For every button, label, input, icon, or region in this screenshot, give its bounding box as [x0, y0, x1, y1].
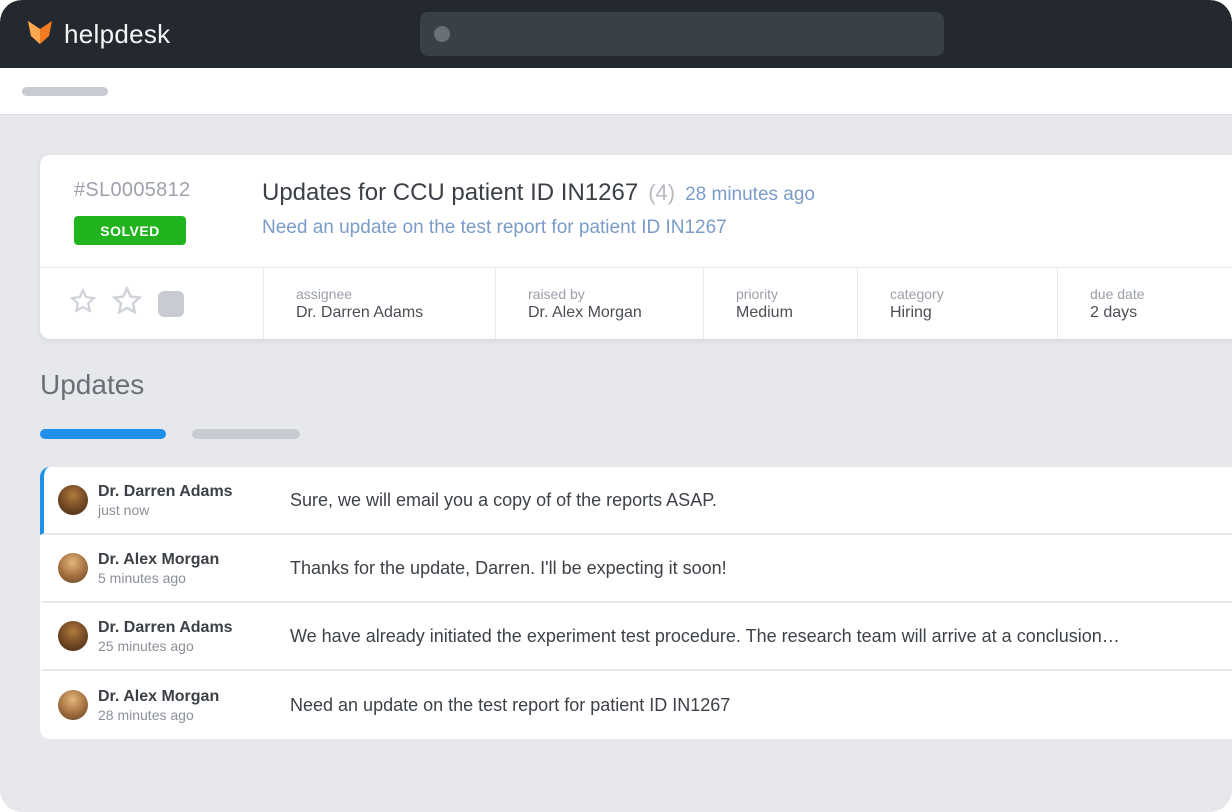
- ticket-actions: [40, 268, 264, 339]
- meta-value: Dr. Alex Morgan: [528, 304, 703, 322]
- avatar: [58, 621, 88, 651]
- breadcrumb-placeholder: [22, 87, 108, 96]
- meta-label: assignee: [296, 286, 495, 302]
- star-outline-icon[interactable]: [112, 286, 142, 321]
- update-message: Thanks for the update, Darren. I'll be e…: [290, 558, 1232, 579]
- search-placeholder-icon: [434, 26, 450, 42]
- update-message: We have already initiated the experiment…: [290, 626, 1232, 647]
- update-row[interactable]: Dr. Darren Adams 25 minutes ago We have …: [40, 603, 1232, 671]
- meta-label: due date: [1090, 286, 1232, 302]
- meta-label: category: [890, 286, 1057, 302]
- meta-label: priority: [736, 286, 857, 302]
- meta-due-date[interactable]: due date 2 days: [1058, 268, 1232, 339]
- brand-name: helpdesk: [64, 19, 170, 50]
- avatar: [58, 553, 88, 583]
- avatar: [58, 485, 88, 515]
- update-author: Dr. Darren Adams: [98, 619, 290, 637]
- ticket-reply-count: (4): [648, 180, 675, 206]
- ticket-title: Updates for CCU patient ID IN1267: [262, 179, 638, 207]
- update-row[interactable]: Dr. Alex Morgan 5 minutes ago Thanks for…: [40, 535, 1232, 603]
- tab-active-pill[interactable]: [40, 429, 166, 439]
- app-frame: helpdesk #SL0005812 SOLVED Updates for C…: [0, 0, 1232, 812]
- update-author: Dr. Alex Morgan: [98, 551, 290, 569]
- action-chip[interactable]: [158, 291, 184, 317]
- tab-inactive-pill[interactable]: [192, 429, 300, 439]
- update-author: Dr. Alex Morgan: [98, 688, 290, 706]
- update-row[interactable]: Dr. Alex Morgan 28 minutes ago Need an u…: [40, 671, 1232, 739]
- updates-heading: Updates: [40, 369, 1192, 401]
- ticket-time: 28 minutes ago: [685, 184, 815, 206]
- update-row[interactable]: Dr. Darren Adams just now Sure, we will …: [40, 467, 1232, 535]
- meta-value: Medium: [736, 304, 857, 322]
- avatar: [58, 690, 88, 720]
- update-message: Sure, we will email you a copy of of the…: [290, 490, 1232, 511]
- meta-raised-by[interactable]: raised by Dr. Alex Morgan: [496, 268, 704, 339]
- search-input[interactable]: [420, 12, 944, 56]
- ticket-description: Need an update on the test report for pa…: [262, 217, 1232, 239]
- update-author: Dr. Darren Adams: [98, 483, 290, 501]
- top-bar: helpdesk: [0, 0, 1232, 68]
- brand[interactable]: helpdesk: [26, 19, 170, 50]
- meta-value: Dr. Darren Adams: [296, 304, 495, 322]
- meta-label: raised by: [528, 286, 703, 302]
- updates-list: Dr. Darren Adams just now Sure, we will …: [40, 467, 1232, 739]
- star-outline-icon[interactable]: [70, 288, 96, 319]
- meta-assignee[interactable]: assignee Dr. Darren Adams: [264, 268, 496, 339]
- ticket-meta-row: assignee Dr. Darren Adams raised by Dr. …: [40, 267, 1232, 339]
- breadcrumb-bar: [0, 68, 1232, 115]
- ticket-card: #SL0005812 SOLVED Updates for CCU patien…: [40, 155, 1232, 339]
- meta-priority[interactable]: priority Medium: [704, 268, 858, 339]
- ticket-id: #SL0005812: [74, 179, 222, 202]
- update-time: 28 minutes ago: [98, 707, 290, 723]
- update-time: just now: [98, 502, 290, 518]
- meta-category[interactable]: category Hiring: [858, 268, 1058, 339]
- updates-tabs: [40, 429, 1192, 439]
- meta-value: Hiring: [890, 304, 1057, 322]
- status-badge: SOLVED: [74, 216, 186, 245]
- update-time: 25 minutes ago: [98, 638, 290, 654]
- fox-logo-icon: [26, 19, 54, 50]
- update-time: 5 minutes ago: [98, 570, 290, 586]
- update-message: Need an update on the test report for pa…: [290, 695, 1232, 716]
- meta-value: 2 days: [1090, 304, 1232, 322]
